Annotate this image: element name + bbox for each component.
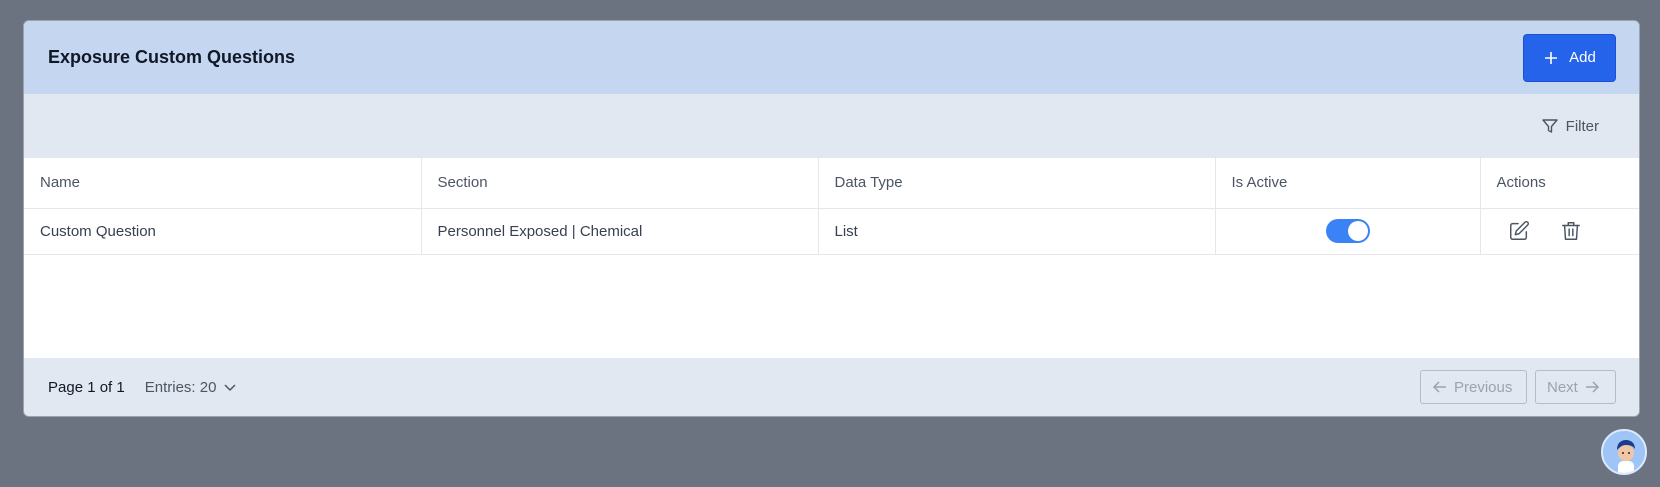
entries-label: Entries: 20 <box>144 378 217 396</box>
row-actions <box>1497 220 1624 242</box>
toggle-knob <box>1347 221 1368 241</box>
filter-label: Filter <box>1565 117 1599 135</box>
add-button[interactable]: Add <box>1523 33 1616 82</box>
page-title: Exposure Custom Questions <box>48 47 296 67</box>
add-button-label: Add <box>1569 49 1596 66</box>
next-label: Next <box>1547 378 1578 396</box>
previous-button[interactable]: Previous <box>1420 370 1527 404</box>
plus-icon <box>1545 51 1558 64</box>
trash-icon[interactable] <box>1560 220 1582 242</box>
cell-is-active <box>1215 208 1481 255</box>
page-info: Page 1 of 1 <box>48 378 125 396</box>
column-header-actions: Actions <box>1480 158 1639 209</box>
next-button[interactable]: Next <box>1535 370 1616 404</box>
cell-section: Personnel Exposed | Chemical <box>421 208 819 255</box>
avatar-illustration <box>1603 431 1645 473</box>
cell-name: Custom Question <box>24 208 422 255</box>
column-header-data-type[interactable]: Data Type <box>818 158 1216 209</box>
pagination-footer: Page 1 of 1 Entries: 20 Previous Next <box>24 358 1639 416</box>
arrow-left-icon <box>1432 381 1446 393</box>
pagination-info: Page 1 of 1 Entries: 20 <box>48 379 238 396</box>
custom-questions-card: Exposure Custom Questions Add Filter Nam… <box>23 20 1640 417</box>
column-header-section[interactable]: Section <box>421 158 819 209</box>
cell-actions <box>1480 208 1639 255</box>
column-header-name[interactable]: Name <box>24 158 422 209</box>
assistant-avatar[interactable] <box>1601 429 1647 475</box>
table-row: Custom Question Personnel Exposed | Chem… <box>24 208 1639 255</box>
chevron-down-icon <box>224 384 236 392</box>
filter-icon <box>1541 119 1558 133</box>
cell-data-type: List <box>818 208 1216 255</box>
questions-table: Name Section Data Type Is Active Actions… <box>24 158 1639 255</box>
table-header-row: Name Section Data Type Is Active Actions <box>24 158 1639 209</box>
toolbar: Filter <box>24 94 1639 158</box>
is-active-toggle[interactable] <box>1325 219 1370 243</box>
filter-button[interactable]: Filter <box>1541 117 1599 135</box>
pagination-controls: Previous Next <box>1420 370 1616 404</box>
previous-label: Previous <box>1454 378 1513 396</box>
column-header-is-active[interactable]: Is Active <box>1215 158 1481 209</box>
edit-icon[interactable] <box>1508 220 1530 242</box>
entries-select[interactable]: Entries: 20 <box>145 379 239 396</box>
card-header: Exposure Custom Questions Add <box>24 21 1639 94</box>
arrow-right-icon <box>1585 381 1599 393</box>
